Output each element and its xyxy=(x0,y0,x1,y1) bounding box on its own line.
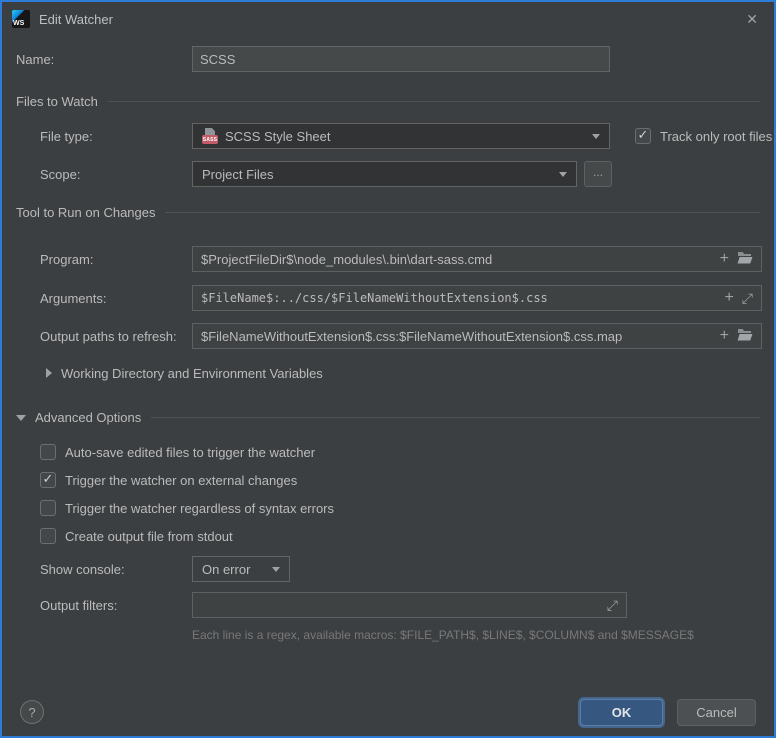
scope-select[interactable]: Project Files xyxy=(192,161,577,187)
external-changes-label: Trigger the watcher on external changes xyxy=(65,473,297,488)
collapsed-arrow-icon xyxy=(46,368,52,378)
check-icon: ✓ xyxy=(43,473,54,485)
folder-open-icon[interactable] xyxy=(737,251,753,267)
expand-icon[interactable]: ⤢ xyxy=(607,598,618,612)
insert-macro-icon[interactable]: + xyxy=(720,328,729,344)
checkbox-row: ✓ Trigger the watcher on external change… xyxy=(40,470,774,490)
working-directory-label: Working Directory and Environment Variab… xyxy=(61,366,323,381)
output-filters-hint: Each line is a regex, available macros: … xyxy=(192,628,774,642)
track-root-files-checkbox[interactable]: ✓ xyxy=(635,128,651,144)
file-type-select[interactable]: SASS SCSS Style Sheet xyxy=(192,123,610,149)
arguments-value: $FileName$:../css/$FileNameWithoutExtens… xyxy=(201,291,716,305)
section-divider xyxy=(165,212,760,213)
help-button[interactable]: ? xyxy=(20,700,44,724)
edit-watcher-dialog: WS Edit Watcher ✕ Name: Files to Watch F… xyxy=(0,0,776,738)
insert-macro-icon[interactable]: + xyxy=(724,290,733,306)
checkbox-row: ✓ Create output file from stdout xyxy=(40,526,774,546)
checkbox-row: ✓ Auto-save edited files to trigger the … xyxy=(40,442,774,462)
external-changes-checkbox[interactable]: ✓ xyxy=(40,472,56,488)
scope-browse-button[interactable]: ... xyxy=(584,161,612,187)
insert-macro-icon[interactable]: + xyxy=(720,251,729,267)
program-input[interactable]: $ProjectFileDir$\node_modules\.bin\dart-… xyxy=(192,246,762,272)
ok-button[interactable]: OK xyxy=(580,699,663,726)
expanded-arrow-icon xyxy=(16,415,26,421)
show-console-value: On error xyxy=(202,562,264,577)
output-filters-input[interactable]: ⤢ xyxy=(192,592,627,618)
scss-badge-text: SASS xyxy=(202,135,218,144)
name-input[interactable] xyxy=(192,46,610,72)
output-paths-value: $FileNameWithoutExtension$.css:$FileName… xyxy=(201,329,712,344)
expand-icon[interactable]: ⤢ xyxy=(742,291,753,305)
scope-label: Scope: xyxy=(40,167,192,182)
folder-open-icon[interactable] xyxy=(737,328,753,344)
arguments-input[interactable]: $FileName$:../css/$FileNameWithoutExtens… xyxy=(192,285,762,311)
arguments-label: Arguments: xyxy=(40,291,192,306)
tool-to-run-title: Tool to Run on Changes xyxy=(16,205,155,220)
stdout-checkbox[interactable]: ✓ xyxy=(40,528,56,544)
chevron-down-icon xyxy=(272,567,280,572)
file-type-value: SCSS Style Sheet xyxy=(225,129,584,144)
chevron-down-icon xyxy=(592,134,600,139)
files-to-watch-title: Files to Watch xyxy=(16,94,98,109)
check-icon: ✓ xyxy=(638,129,649,141)
file-type-label: File type: xyxy=(40,129,192,144)
checkbox-row: ✓ Trigger the watcher regardless of synt… xyxy=(40,498,774,518)
close-icon[interactable]: ✕ xyxy=(740,11,764,28)
stdout-label: Create output file from stdout xyxy=(65,529,233,544)
name-label: Name: xyxy=(16,52,192,67)
show-console-label: Show console: xyxy=(40,562,192,577)
syntax-errors-label: Trigger the watcher regardless of syntax… xyxy=(65,501,334,516)
webstorm-logo-text: WS xyxy=(13,20,24,27)
titlebar: WS Edit Watcher ✕ xyxy=(2,2,774,34)
working-directory-toggle[interactable]: Working Directory and Environment Variab… xyxy=(46,363,774,383)
output-filters-label: Output filters: xyxy=(40,598,192,613)
show-console-select[interactable]: On error xyxy=(192,556,290,582)
syntax-errors-checkbox[interactable]: ✓ xyxy=(40,500,56,516)
scss-file-icon: SASS xyxy=(202,128,218,144)
section-divider xyxy=(151,417,760,418)
output-paths-input[interactable]: $FileNameWithoutExtension$.css:$FileName… xyxy=(192,323,762,349)
section-divider xyxy=(108,101,760,102)
auto-save-label: Auto-save edited files to trigger the wa… xyxy=(65,445,315,460)
output-paths-label: Output paths to refresh: xyxy=(40,329,192,344)
dialog-title: Edit Watcher xyxy=(39,12,113,27)
program-label: Program: xyxy=(40,252,192,267)
webstorm-logo-icon: WS xyxy=(12,10,30,28)
advanced-options-toggle[interactable]: Advanced Options xyxy=(16,407,774,427)
scope-value: Project Files xyxy=(202,167,551,182)
advanced-checkbox-group: ✓ Auto-save edited files to trigger the … xyxy=(40,442,774,546)
files-to-watch-section-header: Files to Watch xyxy=(16,92,774,110)
auto-save-checkbox[interactable]: ✓ xyxy=(40,444,56,460)
advanced-options-label: Advanced Options xyxy=(35,410,141,425)
track-root-files-label: Track only root files xyxy=(660,129,772,144)
cancel-button[interactable]: Cancel xyxy=(677,699,756,726)
dialog-footer: ? OK Cancel xyxy=(2,694,774,730)
chevron-down-icon xyxy=(559,172,567,177)
tool-to-run-section-header: Tool to Run on Changes xyxy=(16,203,774,221)
program-value: $ProjectFileDir$\node_modules\.bin\dart-… xyxy=(201,252,712,267)
